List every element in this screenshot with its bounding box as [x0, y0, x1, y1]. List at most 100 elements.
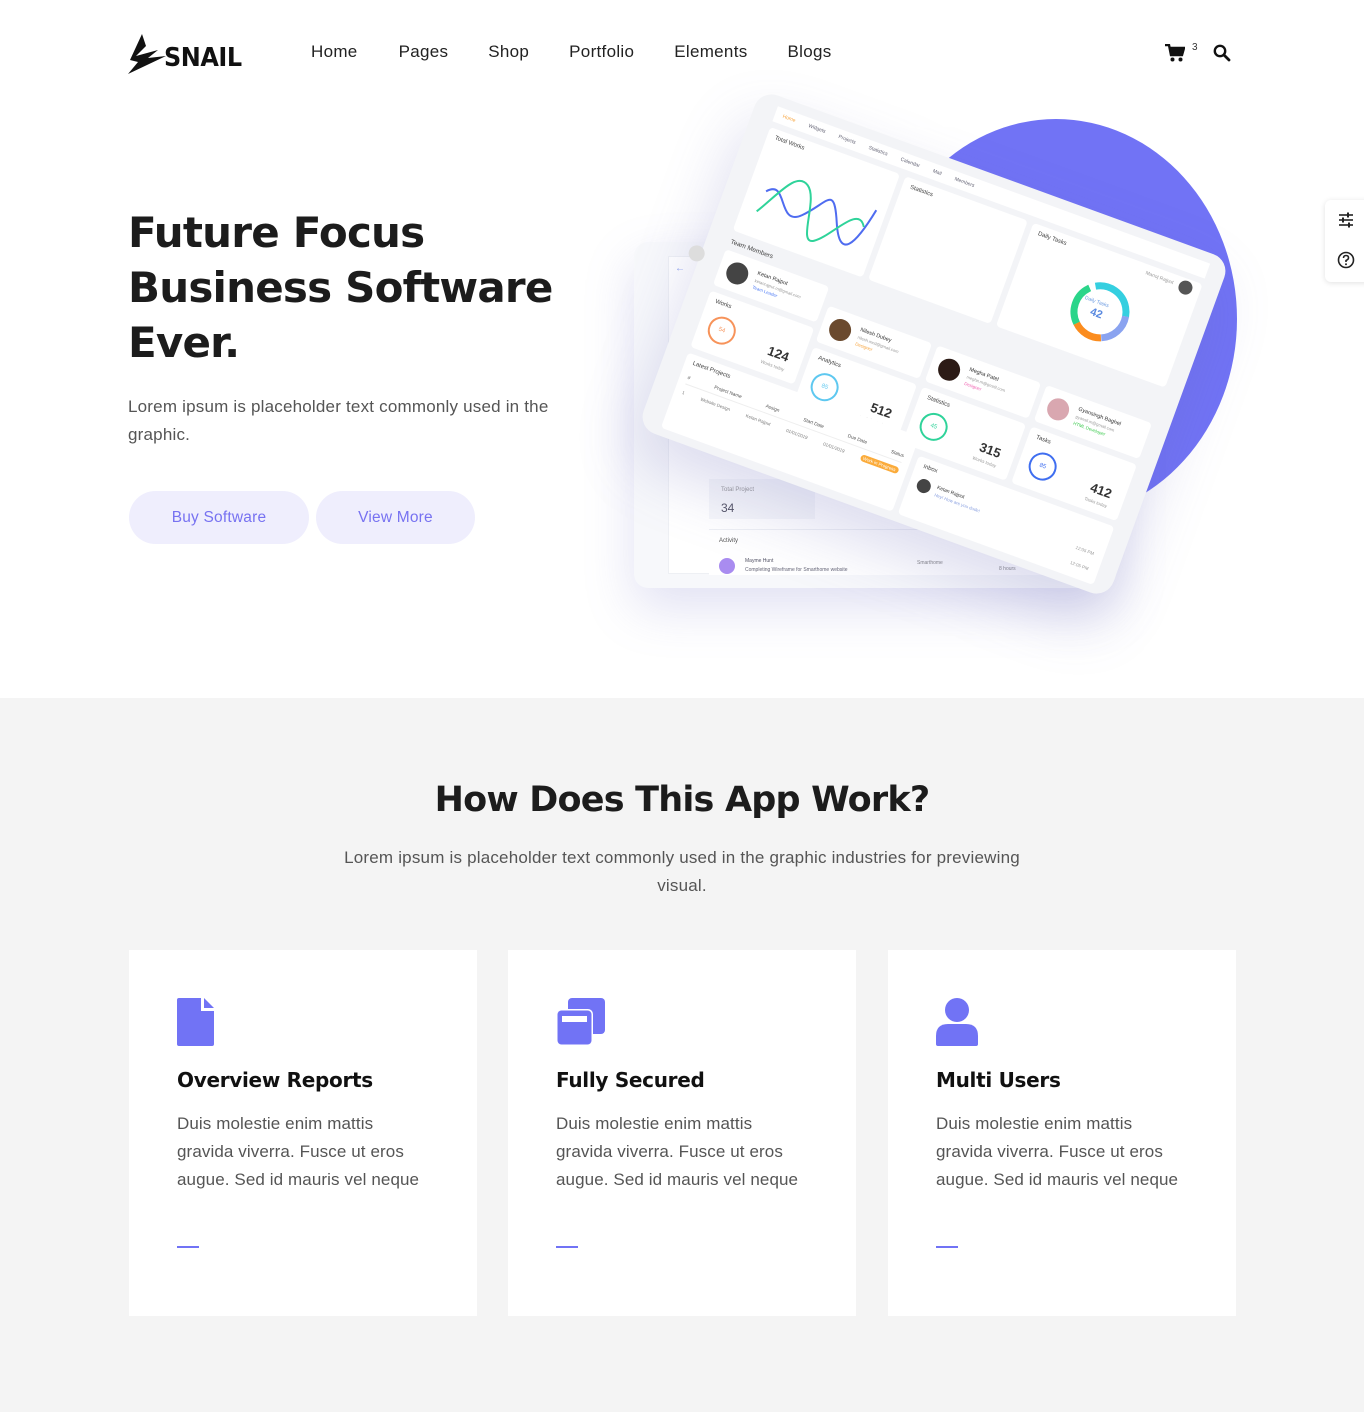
nav-elements[interactable]: Elements: [674, 42, 747, 62]
total-works-line-chart: [756, 179, 878, 246]
section-description: Lorem ipsum is placeholder text commonly…: [344, 848, 1020, 895]
feature-title: Multi Users: [936, 1068, 1061, 1092]
feature-description: Duis molestie enim mattis gravida viverr…: [177, 1114, 420, 1189]
table-cell: 1: [681, 389, 686, 396]
nav-portfolio[interactable]: Portfolio: [569, 42, 634, 62]
nav-home[interactable]: Home: [311, 42, 358, 62]
member-avatar: [826, 315, 855, 345]
dashboard-nav-item: Statistics: [867, 144, 889, 158]
inbox-avatar: [914, 477, 933, 496]
logo[interactable]: SNAIL: [128, 34, 248, 74]
column-header: Project Name: [713, 385, 743, 401]
dashboard-user-name: Manoj Rajput: [1144, 270, 1175, 286]
feature-divider: [936, 1246, 958, 1248]
dashboard-nav-item: Widgets: [807, 123, 827, 135]
total-project-label: Total Project: [721, 487, 755, 493]
feature-card-multi-users: Multi Users Duis molestie enim mattis gr…: [888, 950, 1236, 1316]
back-arrow-icon: ←: [675, 263, 685, 274]
bolt-logo-icon: [128, 34, 166, 74]
cart-count-badge: 3: [1192, 42, 1198, 53]
help-circle-icon[interactable]: [1336, 250, 1356, 270]
statistics-bar: [938, 268, 950, 292]
hero-description: Lorem ipsum is placeholder text commonly…: [128, 397, 549, 444]
card-title: Works: [714, 298, 733, 311]
site-header: SNAIL Home Pages Shop Portfolio Elements…: [0, 0, 1364, 100]
table-cell: 01/01/2019: [822, 441, 846, 454]
inbox-time: 12:05 PM: [1074, 544, 1095, 557]
feature-title: Overview Reports: [177, 1068, 373, 1092]
table-cell: 01/01/2019: [785, 427, 809, 441]
feature-divider: [556, 1246, 578, 1248]
page-bottom: [0, 1412, 1364, 1417]
progress-ring: 54: [703, 312, 740, 349]
hero-title: Future Focus Business Software Ever.: [128, 205, 598, 370]
table-cell: Ketan Rajput: [745, 413, 772, 427]
dashboard-user-avatar: [1176, 278, 1195, 297]
activity-name: Mayme Hunt: [745, 558, 774, 564]
activity-avatar: [719, 558, 735, 574]
feature-card-fully-secured: Fully Secured Duis molestie enim mattis …: [508, 950, 856, 1316]
daily-tasks-card: Daily Tasks Manoj Rajput Daily Tasks 42: [995, 222, 1203, 388]
statistics-bar: [906, 250, 920, 280]
activity-text: Completing Wireframe for Smarthome websi…: [745, 567, 848, 573]
dashboard-nav-item: Projects: [837, 134, 857, 146]
shopping-cart-icon: [1165, 43, 1186, 62]
user-icon: [936, 998, 978, 1046]
column-header: Start Date: [802, 418, 825, 431]
activity-label: Activity: [719, 538, 739, 544]
hero-title-line: Future Focus: [128, 208, 425, 257]
activity-hours: 8 hours: [999, 566, 1016, 572]
hero-illustration: ← Total Project 34 Activity Mayme Hunt C…: [600, 89, 1300, 660]
column-header: Status: [889, 449, 905, 460]
main-nav: Home Pages Shop Portfolio Elements Blogs: [311, 42, 872, 62]
statistics-bar: [971, 252, 993, 303]
how-it-works-section: How Does This App Work? Lorem ipsum is p…: [0, 698, 1364, 1412]
logo-text: SNAIL: [164, 43, 242, 73]
member-avatar: [723, 259, 752, 288]
card-title: Total Works: [773, 135, 806, 152]
view-more-button[interactable]: View More: [316, 491, 475, 544]
dashboard-nav-item: Mail: [931, 168, 943, 178]
column-header: Due Date: [846, 434, 868, 446]
progress-ring: 45: [915, 408, 952, 445]
inbox-time: 12:05 PM: [1069, 559, 1090, 572]
feature-divider: [177, 1246, 199, 1248]
buy-software-button[interactable]: Buy Software: [129, 491, 309, 544]
statistics-bar: [955, 283, 963, 297]
search-icon[interactable]: [1213, 44, 1231, 62]
feature-title: Fully Secured: [556, 1068, 705, 1092]
copy-icon: [556, 998, 605, 1046]
feature-card-overview-reports: Overview Reports Duis molestie enim matt…: [129, 950, 477, 1316]
cart-button[interactable]: 3: [1165, 42, 1198, 68]
header-actions: 3: [1165, 38, 1231, 68]
column-header: Assign: [764, 404, 780, 414]
dashboard-nav-item: Members: [953, 176, 976, 190]
activity-project: Smarthome: [917, 560, 943, 566]
card-title: Inbox: [922, 463, 939, 475]
file-icon: [177, 998, 214, 1046]
side-widget: [1325, 200, 1364, 282]
statistics-bar-chart: [890, 225, 993, 303]
dashboard-nav-item: Calendar: [899, 156, 921, 170]
dashboard-nav-item: Home: [781, 113, 797, 124]
sliders-icon[interactable]: [1336, 210, 1356, 230]
feature-description: Duis molestie enim mattis gravida viverr…: [556, 1114, 799, 1189]
progress-ring: 85: [1024, 448, 1061, 485]
nav-shop[interactable]: Shop: [488, 42, 529, 62]
statistics-bar: [922, 240, 942, 286]
section-title: How Does This App Work?: [434, 780, 931, 820]
card-title: Statistics: [909, 184, 934, 199]
series-green-line: [756, 179, 865, 242]
hero-title-line: Business Software: [128, 263, 553, 312]
card-title: Tasks: [1035, 434, 1052, 446]
card-title: Latest Projects: [691, 360, 732, 381]
total-project-value: 34: [721, 501, 735, 515]
member-avatar: [935, 355, 964, 384]
nav-blogs[interactable]: Blogs: [788, 42, 832, 62]
nav-pages[interactable]: Pages: [399, 42, 449, 62]
column-header: #: [686, 375, 691, 382]
member-avatar: [1044, 395, 1073, 424]
statistics-bar: [890, 225, 911, 274]
card-title: Daily Tasks: [1036, 231, 1068, 248]
feature-description: Duis molestie enim mattis gravida viverr…: [936, 1114, 1179, 1189]
